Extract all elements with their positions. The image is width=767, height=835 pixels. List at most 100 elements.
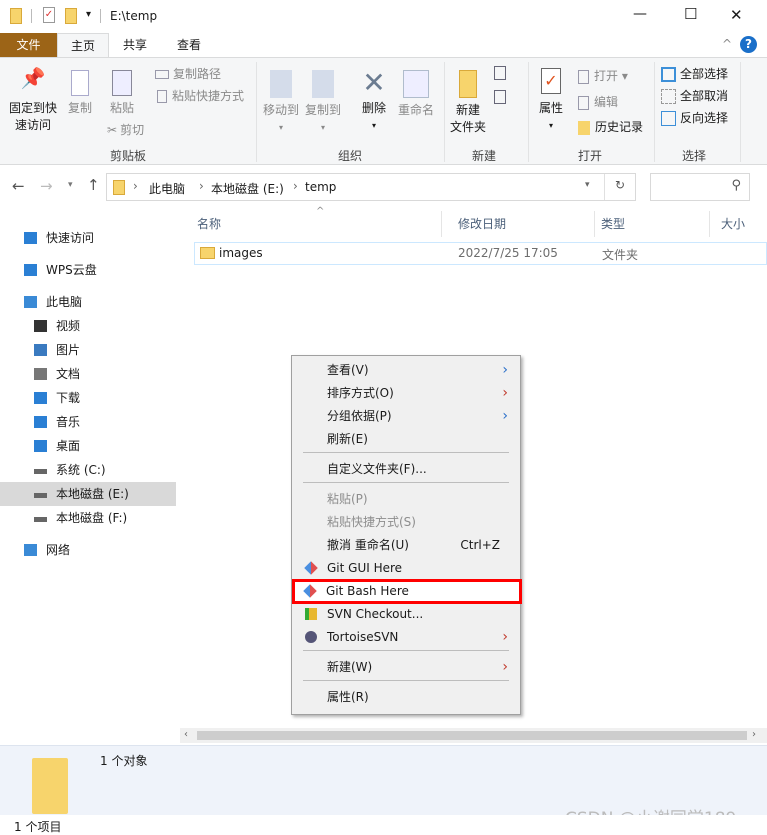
computer-icon — [24, 296, 37, 308]
move-icon — [270, 70, 292, 98]
properties-button[interactable]: ✓ 属性 ▾ — [535, 68, 567, 134]
column-header-date[interactable]: 修改日期 — [442, 211, 595, 237]
search-input[interactable]: ⚲ — [650, 173, 750, 201]
tab-home[interactable]: 主页 — [57, 33, 110, 57]
close-button[interactable]: ✕ — [730, 6, 743, 24]
menu-item[interactable]: 粘贴(P) — [294, 488, 518, 511]
customize-toolbar-icon[interactable]: ▾ — [86, 9, 91, 20]
details-pane: 1 个对象 CSDN @小谢同学189 — [0, 745, 767, 829]
recent-locations-button[interactable]: ▾ — [68, 180, 73, 190]
delete-x-icon: ✕ — [362, 66, 386, 99]
column-header-size[interactable]: 大小 — [705, 211, 767, 237]
horizontal-scrollbar[interactable]: ‹ › — [180, 728, 767, 743]
menu-item[interactable]: 刷新(E) — [294, 428, 518, 451]
copy-button[interactable]: 复制 — [64, 70, 96, 117]
menu-item[interactable]: SVN Checkout... — [294, 603, 518, 626]
nav-item[interactable]: 本地磁盘 (E:) — [0, 482, 176, 506]
nav-item-label: 桌面 — [56, 439, 81, 453]
breadcrumb-temp[interactable]: temp — [305, 180, 336, 194]
paste-shortcut-button[interactable]: 粘贴快捷方式 — [157, 86, 244, 106]
folder-icon — [200, 247, 215, 259]
edit-button[interactable]: 编辑 — [578, 92, 618, 112]
easy-access-icon[interactable] — [494, 90, 506, 104]
invert-selection-button[interactable]: 反向选择 — [661, 108, 728, 128]
forward-button[interactable]: → — [40, 177, 53, 195]
breadcrumb-drive-e[interactable]: 本地磁盘 (E:) — [211, 180, 284, 197]
properties-quick-icon[interactable]: ✓ — [43, 7, 55, 23]
breadcrumb-separator[interactable]: › — [133, 179, 138, 193]
menu-item[interactable]: 排序方式(O) › — [294, 382, 518, 405]
new-item-icon[interactable] — [494, 66, 506, 80]
cut-button[interactable]: ✂ 剪切 — [107, 120, 144, 140]
open-button[interactable]: 打开 ▾ — [578, 66, 628, 86]
nav-item[interactable]: 文档 — [0, 362, 176, 386]
drive-icon — [34, 469, 47, 474]
new-folder-quick-icon[interactable] — [65, 8, 77, 24]
move-to-label: 移动到 — [262, 103, 299, 117]
menu-item[interactable]: 自定义文件夹(F)... — [294, 458, 518, 481]
svn-checkout-icon — [305, 608, 317, 620]
group-label-organize: 组织 — [338, 149, 363, 163]
copy-to-button[interactable]: 复制到 ▾ — [304, 70, 342, 136]
maximize-button[interactable]: ☐ — [684, 5, 697, 23]
navigation-pane: 快速访问 WPS云盘此电脑 视频 图片文档下载 音乐桌面系统 (C:) 本地磁盘 (E:)… — [0, 210, 178, 742]
nav-item[interactable]: 图片 — [0, 338, 176, 362]
nav-item-label: 文档 — [56, 367, 81, 381]
invert-selection-label: 反向选择 — [680, 111, 729, 125]
menu-item-label: 粘贴快捷方式(S) — [327, 515, 416, 529]
select-all-button[interactable]: 全部选择 — [661, 64, 728, 84]
pin-quick-access-button[interactable]: 📌 固定到快 速访问 — [4, 68, 62, 134]
back-button[interactable]: ← — [12, 177, 25, 195]
refresh-icon[interactable]: ↻ — [615, 178, 625, 192]
minimize-button[interactable]: — — [633, 6, 647, 22]
address-bar[interactable]: › 此电脑 › 本地磁盘 (E:) › temp ▾ ↻ — [106, 173, 636, 201]
nav-item[interactable]: 音乐 — [0, 410, 176, 434]
nav-item[interactable]: 下载 — [0, 386, 176, 410]
divider — [604, 174, 605, 200]
rename-button[interactable]: 重命名 — [396, 70, 436, 119]
tab-view[interactable]: 查看 — [164, 33, 214, 57]
search-icon: ⚲ — [731, 178, 741, 193]
paste-button[interactable]: 粘贴 — [105, 70, 139, 117]
nav-item[interactable]: 网络 — [0, 538, 176, 562]
breadcrumb-this-pc[interactable]: 此电脑 — [149, 180, 185, 197]
address-dropdown-icon[interactable]: ▾ — [585, 180, 590, 190]
nav-item[interactable]: 桌面 — [0, 434, 176, 458]
tab-share[interactable]: 共享 — [110, 33, 160, 57]
column-header-type[interactable]: 类型 — [585, 211, 710, 237]
nav-item[interactable]: 系统 (C:) — [0, 458, 176, 482]
new-folder-button[interactable]: 新建 文件夹 — [448, 70, 488, 136]
menu-item[interactable]: TortoiseSVN › — [294, 626, 518, 649]
breadcrumb-separator[interactable]: › — [293, 179, 298, 193]
scroll-right-icon[interactable]: › — [752, 729, 756, 740]
menu-item[interactable]: Git Bash Here — [292, 579, 522, 604]
menu-item[interactable]: 撤消 重命名(U) Ctrl+Z — [294, 534, 518, 557]
menu-item[interactable]: 新建(W) › — [294, 656, 518, 679]
scroll-left-icon[interactable]: ‹ — [184, 729, 188, 740]
menu-item[interactable]: 粘贴快捷方式(S) — [294, 511, 518, 534]
copy-path-button[interactable]: 复制路径 — [155, 64, 221, 84]
help-icon[interactable]: ? — [740, 36, 757, 53]
menu-item[interactable]: 查看(V) › — [294, 359, 518, 382]
menu-item[interactable]: 分组依据(P) › — [294, 405, 518, 428]
nav-item[interactable]: WPS云盘 — [0, 258, 176, 282]
scrollbar-thumb[interactable] — [197, 731, 747, 740]
submenu-arrow-icon: › — [502, 629, 508, 645]
details-count: 1 个对象 — [100, 754, 148, 768]
nav-item[interactable]: 视频 — [0, 314, 176, 338]
file-row[interactable]: images 2022/7/25 17:05 文件夹 — [194, 242, 767, 265]
nav-item[interactable]: 此电脑 — [0, 290, 176, 314]
collapse-ribbon-icon[interactable]: ^ — [722, 37, 732, 51]
column-header-name[interactable]: 名称 — [181, 211, 442, 237]
move-to-button[interactable]: 移动到 ▾ — [262, 70, 300, 136]
delete-button[interactable]: ✕ 删除 ▾ — [358, 66, 390, 134]
up-button[interactable]: ↑ — [87, 176, 100, 194]
tab-file[interactable]: 文件 — [0, 33, 57, 57]
breadcrumb-separator[interactable]: › — [199, 179, 204, 193]
menu-item[interactable]: 属性(R) — [294, 686, 518, 709]
history-button[interactable]: 历史记录 — [578, 117, 643, 137]
nav-item[interactable]: 快速访问 — [0, 226, 176, 250]
nav-item[interactable]: 本地磁盘 (F:) — [0, 506, 176, 530]
menu-item[interactable]: Git GUI Here — [294, 557, 518, 580]
select-none-button[interactable]: 全部取消 — [661, 86, 728, 106]
